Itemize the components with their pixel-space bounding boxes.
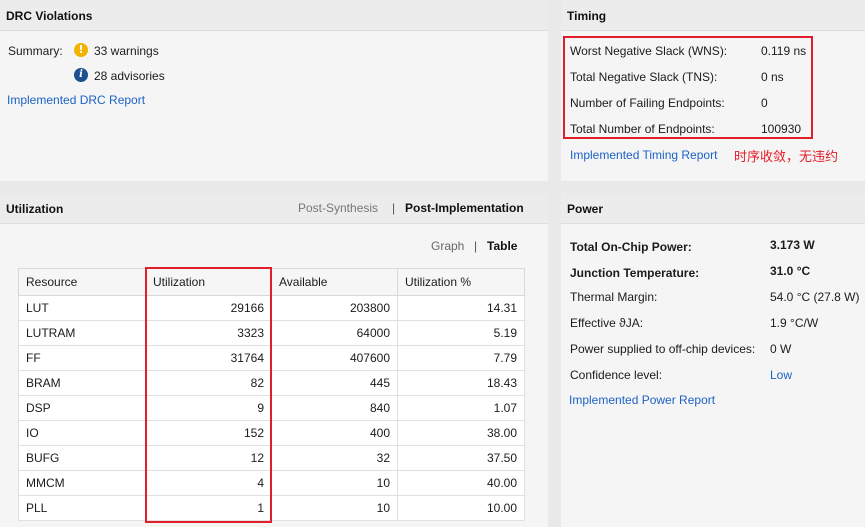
tns-label: Total Negative Slack (TNS): [570,70,718,84]
tns-value: 0 ns [761,70,784,84]
available-value: 10 [271,470,398,496]
column-header-resource[interactable]: Resource [18,268,146,296]
total-on-chip-power-value: 3.173 W [770,238,815,252]
resource-name: BUFG [18,445,146,471]
timing-report-link[interactable]: Implemented Timing Report [570,148,717,162]
resource-name: IO [18,420,146,446]
utilization-percent-value: 7.79 [397,345,525,371]
utilization-percent-value: 38.00 [397,420,525,446]
view-separator: | [474,239,478,253]
confidence-level-link[interactable]: Low [770,368,792,382]
resource-name: PLL [18,495,146,521]
available-value: 64000 [271,320,398,346]
thermal-margin-label: Thermal Margin: [570,290,658,304]
available-value: 10 [271,495,398,521]
drc-violations-panel: DRC Violations Summary: ! 33 warnings i … [0,0,548,181]
effective-theta-ja-value: 1.9 °C/W [770,316,819,330]
power-panel-header: Power [561,193,865,224]
tab-post-synthesis[interactable]: Post-Synthesis [298,201,378,215]
tab-post-implementation[interactable]: Post-Implementation [405,201,524,215]
warning-icon: ! [74,43,88,57]
available-value: 840 [271,395,398,421]
total-endpoints-value: 100930 [761,122,802,136]
utilization-percent-value: 18.43 [397,370,525,396]
junction-temperature-label: Junction Temperature: [570,266,700,280]
available-value: 32 [271,445,398,471]
utilization-percent-value: 37.50 [397,445,525,471]
drc-panel-title: DRC Violations [6,9,93,23]
resource-name: FF [18,345,146,371]
drc-warnings-count: 33 warnings [94,44,159,58]
off-chip-power-value: 0 W [770,342,792,356]
junction-temperature-value: 31.0 °C [770,264,811,278]
timing-annotation-note: 时序收敛，无违约 [734,150,839,165]
effective-theta-ja-label: Effective ϑJA: [570,316,644,330]
off-chip-power-label: Power supplied to off-chip devices: [570,342,756,356]
timing-panel: Timing Worst Negative Slack (WNS): 0.119… [561,0,865,181]
utilization-panel-title: Utilization [6,202,64,216]
available-value: 407600 [271,345,398,371]
power-panel: Power Total On-Chip Power: 3.173 W Junct… [561,193,865,527]
utilization-panel-header: Utilization Post-Synthesis | Post-Implem… [0,193,548,224]
utilization-column-highlight-box [145,267,272,523]
drc-report-link[interactable]: Implemented DRC Report [7,93,145,107]
utilization-percent-value: 5.19 [397,320,525,346]
utilization-percent-value: 40.00 [397,470,525,496]
available-value: 400 [271,420,398,446]
info-icon: i [74,68,88,82]
resource-name: LUTRAM [18,320,146,346]
resource-name: LUT [18,295,146,321]
utilization-percent-value: 1.07 [397,395,525,421]
drc-panel-header: DRC Violations [0,0,548,31]
timing-panel-header: Timing [561,0,865,31]
column-header-utilization-percent[interactable]: Utilization % [397,268,525,296]
utilization-percent-value: 14.31 [397,295,525,321]
total-on-chip-power-label: Total On-Chip Power: [570,240,692,254]
view-table-toggle[interactable]: Table [487,239,517,253]
power-panel-title: Power [567,202,604,216]
resource-name: MMCM [18,470,146,496]
tab-separator: | [392,201,396,215]
available-value: 445 [271,370,398,396]
power-report-link[interactable]: Implemented Power Report [569,393,715,407]
failing-endpoints-label: Number of Failing Endpoints: [570,96,725,110]
view-graph-toggle[interactable]: Graph [431,239,464,253]
total-endpoints-label: Total Number of Endpoints: [570,122,715,136]
utilization-panel: Utilization Post-Synthesis | Post-Implem… [0,193,548,527]
column-header-available[interactable]: Available [271,268,398,296]
utilization-percent-value: 10.00 [397,495,525,521]
resource-name: DSP [18,395,146,421]
drc-advisories-count: 28 advisories [94,69,165,83]
confidence-level-label: Confidence level: [570,368,663,382]
wns-label: Worst Negative Slack (WNS): [570,44,728,58]
resource-name: BRAM [18,370,146,396]
available-value: 203800 [271,295,398,321]
timing-panel-title: Timing [567,9,607,23]
wns-value: 0.119 ns [761,44,807,58]
thermal-margin-value: 54.0 °C (27.8 W) [770,290,860,304]
failing-endpoints-value: 0 [761,96,768,110]
drc-summary-label: Summary: [8,44,63,58]
